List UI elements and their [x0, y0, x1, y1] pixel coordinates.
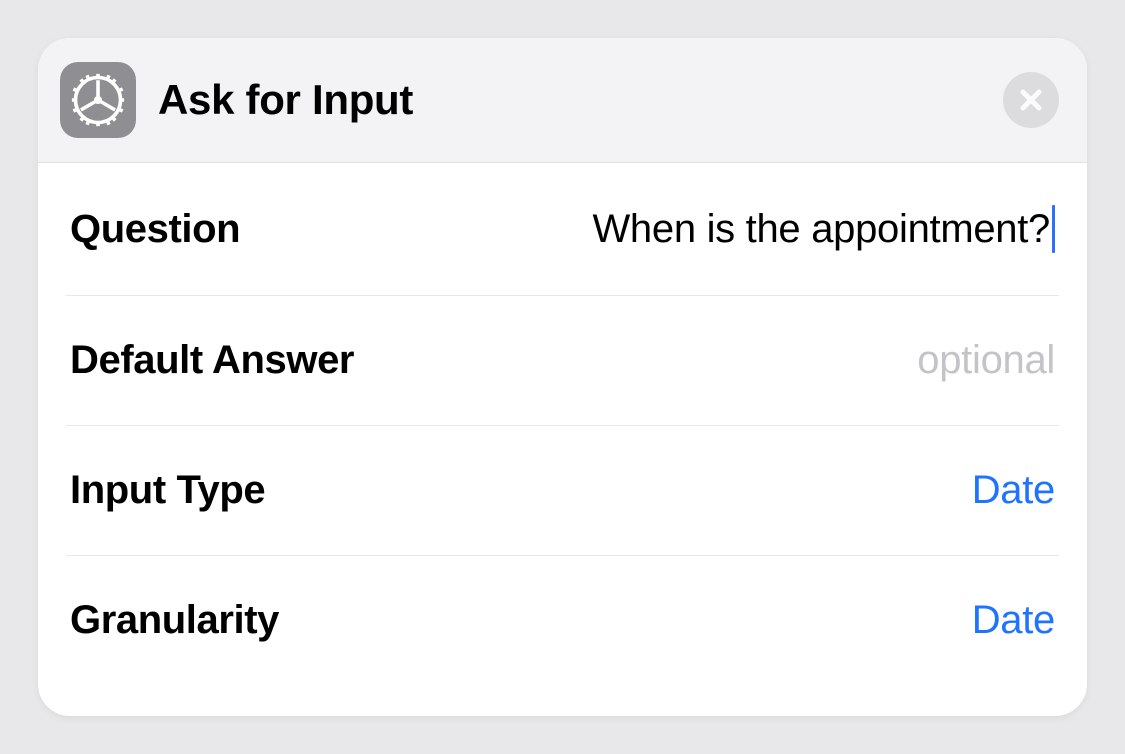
close-icon — [1018, 87, 1044, 113]
granularity-row[interactable]: Granularity Date — [66, 556, 1059, 685]
close-button[interactable] — [1003, 72, 1059, 128]
card-header: Ask for Input — [38, 38, 1087, 163]
default-answer-label: Default Answer — [70, 338, 354, 383]
parameters-list: Question When is the appointment? Defaul… — [38, 163, 1087, 716]
text-cursor — [1052, 205, 1055, 253]
granularity-value[interactable]: Date — [972, 598, 1055, 643]
input-type-row[interactable]: Input Type Date — [66, 426, 1059, 556]
question-value[interactable]: When is the appointment? — [592, 205, 1055, 253]
default-answer-input[interactable] — [540, 338, 1055, 383]
granularity-label: Granularity — [70, 598, 279, 643]
gear-icon — [60, 62, 136, 138]
input-type-label: Input Type — [70, 468, 265, 513]
question-label: Question — [70, 207, 240, 252]
input-type-value[interactable]: Date — [972, 468, 1055, 513]
card-title: Ask for Input — [158, 76, 981, 124]
action-card: Ask for Input Question When is the appoi… — [38, 38, 1087, 716]
default-answer-row[interactable]: Default Answer — [66, 296, 1059, 426]
question-text: When is the appointment? — [592, 207, 1050, 252]
question-row[interactable]: Question When is the appointment? — [66, 163, 1059, 296]
